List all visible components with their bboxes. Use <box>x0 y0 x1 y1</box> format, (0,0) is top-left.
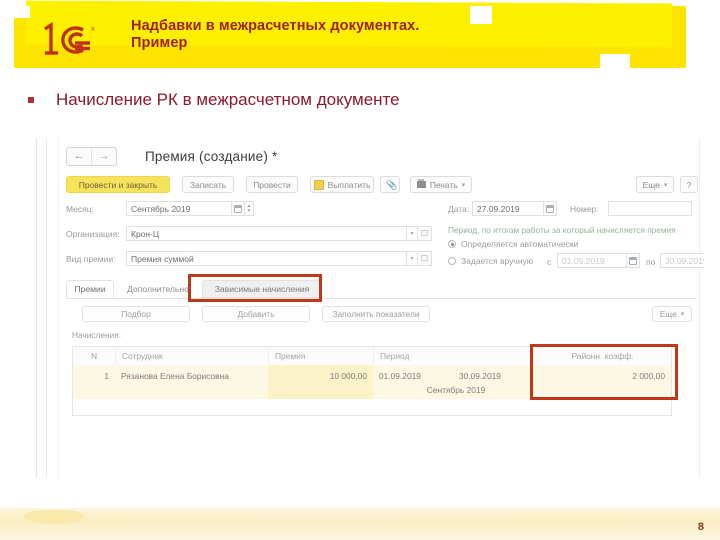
date-calendar-button[interactable] <box>544 201 557 216</box>
bonus-type-open-icon[interactable]: ☐ <box>418 251 432 266</box>
slide-banner: ® Надбавки в межрасчетных документах. Пр… <box>0 0 720 78</box>
help-button[interactable]: ? <box>680 176 698 193</box>
date-label: Дата: <box>448 204 470 214</box>
fill-indicators-button[interactable]: Заполнить показатели <box>322 306 430 322</box>
period-from-input[interactable]: 01.09.2019 <box>557 253 627 268</box>
bullet-label: Начисление РК в межрасчетном документе <box>56 90 400 109</box>
window-edge-line-3 <box>58 138 59 478</box>
bullet-marker-icon <box>28 97 34 103</box>
pay-button-label: Выплатить <box>327 179 371 190</box>
column-header-employee[interactable]: Сотрудник <box>115 347 268 365</box>
print-button-label: Печать <box>429 179 458 190</box>
period-auto-option[interactable]: Определяется автоматически <box>448 239 578 249</box>
page-title: Надбавки в межрасчетных документах. Прим… <box>131 18 420 51</box>
organization-label: Организация: <box>66 229 120 239</box>
chevron-down-icon-more: ▾ <box>663 181 668 189</box>
pay-button[interactable]: Выплатить <box>310 176 374 193</box>
onec-logo-icon: ® <box>38 22 108 58</box>
month-label: Месяц: <box>66 204 94 214</box>
period-manual-label: Задается вручную <box>461 256 534 266</box>
bullet-line: Начисление РК в межрасчетном документе <box>28 90 400 110</box>
command-bar: Провести и закрыть Записать Провести Вып… <box>66 176 698 195</box>
tab-premii[interactable]: Премии <box>66 280 114 298</box>
column-header-regional-coeff[interactable]: Районн. коэфф. <box>533 347 671 365</box>
window-edge-line-1 <box>36 138 37 478</box>
more-button-table[interactable]: Еще ▾ <box>652 306 692 322</box>
organization-open-icon[interactable]: ☐ <box>418 226 432 241</box>
month-spinner[interactable]: ▲ ▼ <box>245 201 254 216</box>
tab-dopolnitelno[interactable]: Дополнительно <box>116 280 200 298</box>
add-button[interactable]: Добавить <box>202 306 310 322</box>
svg-text:®: ® <box>91 26 95 33</box>
more-button-top-label: Еще <box>642 179 660 190</box>
bonus-type-input[interactable]: Премия суммой <box>126 251 407 266</box>
bonus-type-dropdown-icon[interactable]: ▾ <box>407 251 418 266</box>
spinner-down-icon: ▼ <box>246 207 252 214</box>
more-button-table-label: Еще <box>659 309 677 319</box>
period-group-title: Период, по итогам работы за который начи… <box>448 225 676 235</box>
radio-auto-icon[interactable] <box>448 240 456 248</box>
radio-manual-icon[interactable] <box>448 257 456 265</box>
bonus-type-label: Вид премии: <box>66 254 116 264</box>
post-and-close-button[interactable]: Провести и закрыть <box>66 176 170 193</box>
chevron-down-icon-more-table: ▾ <box>680 311 685 318</box>
attach-file-button[interactable]: 📎 <box>380 176 400 193</box>
column-header-bonus[interactable]: Премия <box>268 347 373 365</box>
more-button-top[interactable]: Еще ▾ <box>636 176 674 193</box>
number-input[interactable] <box>608 201 692 216</box>
banner-brush-notch-3 <box>14 6 30 18</box>
window-edge-line-2 <box>46 138 47 478</box>
post-button[interactable]: Провести <box>246 176 298 193</box>
chevron-down-icon: ▾ <box>461 181 466 189</box>
accruals-table: N Сотрудник Премия Период Районн. коэфф.… <box>72 346 672 416</box>
period-manual-option[interactable]: Задается вручную <box>448 256 533 266</box>
date-input[interactable]: 27.09.2019 <box>472 201 544 216</box>
forward-arrow-icon[interactable]: → <box>92 148 116 165</box>
write-button[interactable]: Записать <box>182 176 234 193</box>
paperclip-icon: 📎 <box>386 179 398 190</box>
select-button[interactable]: Подбор <box>82 306 190 322</box>
period-auto-label: Определяется автоматически <box>461 239 579 249</box>
period-to-label: по <box>646 257 656 267</box>
window-edge-line-right <box>699 138 700 478</box>
organization-input[interactable]: Крон-Ц <box>126 226 407 241</box>
column-header-period[interactable]: Период <box>373 347 533 365</box>
banner-brush-notch-2 <box>600 54 630 68</box>
back-arrow-icon[interactable]: ← <box>67 148 91 165</box>
cell-employee: Рязанова Елена Борисовна <box>121 371 229 381</box>
cell-regional-coeff: 2 000,00 <box>632 371 665 381</box>
column-header-n[interactable]: N <box>73 347 115 365</box>
form-title: Премия (создание) * <box>145 148 278 164</box>
printer-icon <box>416 179 426 188</box>
tab-strip: Премии Дополнительно Зависимые начислени… <box>66 280 696 299</box>
navigation-row: ← → Премия (создание) * <box>66 146 277 166</box>
period-from-label: с <box>547 257 552 267</box>
print-button[interactable]: Печать ▾ <box>410 176 472 193</box>
onec-screenshot: ← → Премия (создание) * Провести и закры… <box>36 138 704 478</box>
cell-bonus: 10 000,00 <box>329 371 367 381</box>
cell-period-to: 30.09.2019 <box>459 371 501 381</box>
table-header-row: N Сотрудник Премия Период Районн. коэфф. <box>73 347 671 366</box>
organization-dropdown-icon[interactable]: ▾ <box>407 226 418 241</box>
table-row[interactable]: 1 Рязанова Елена Борисовна 10 000,00 01.… <box>73 365 671 399</box>
footer-accent-shape <box>24 510 84 524</box>
pay-icon <box>313 179 324 190</box>
form-body: ← → Премия (создание) * Провести и закры… <box>60 138 704 478</box>
cell-row-number: 1 <box>104 371 109 381</box>
period-to-input[interactable]: 30.09.2019 <box>660 253 704 268</box>
grid-section-label: Начисления: <box>72 330 121 340</box>
cell-period-from: 01.09.2019 <box>379 371 421 381</box>
tab-zavisimye-nachisleniya[interactable]: Зависимые начисления <box>202 280 322 298</box>
calendar-icon <box>234 204 242 213</box>
month-calendar-button[interactable] <box>232 201 245 216</box>
slide-footer: 8 <box>0 508 720 540</box>
month-input[interactable]: Сентябрь 2019 <box>126 201 232 216</box>
calendar-icon-from <box>629 256 637 265</box>
number-label: Номер: <box>570 204 599 214</box>
cell-period-month: Сентябрь 2019 <box>426 385 486 395</box>
calendar-icon-date <box>546 204 554 213</box>
navigation-buttons[interactable]: ← → <box>66 146 117 166</box>
period-from-calendar-button[interactable] <box>627 253 640 268</box>
page-number: 8 <box>697 521 704 533</box>
